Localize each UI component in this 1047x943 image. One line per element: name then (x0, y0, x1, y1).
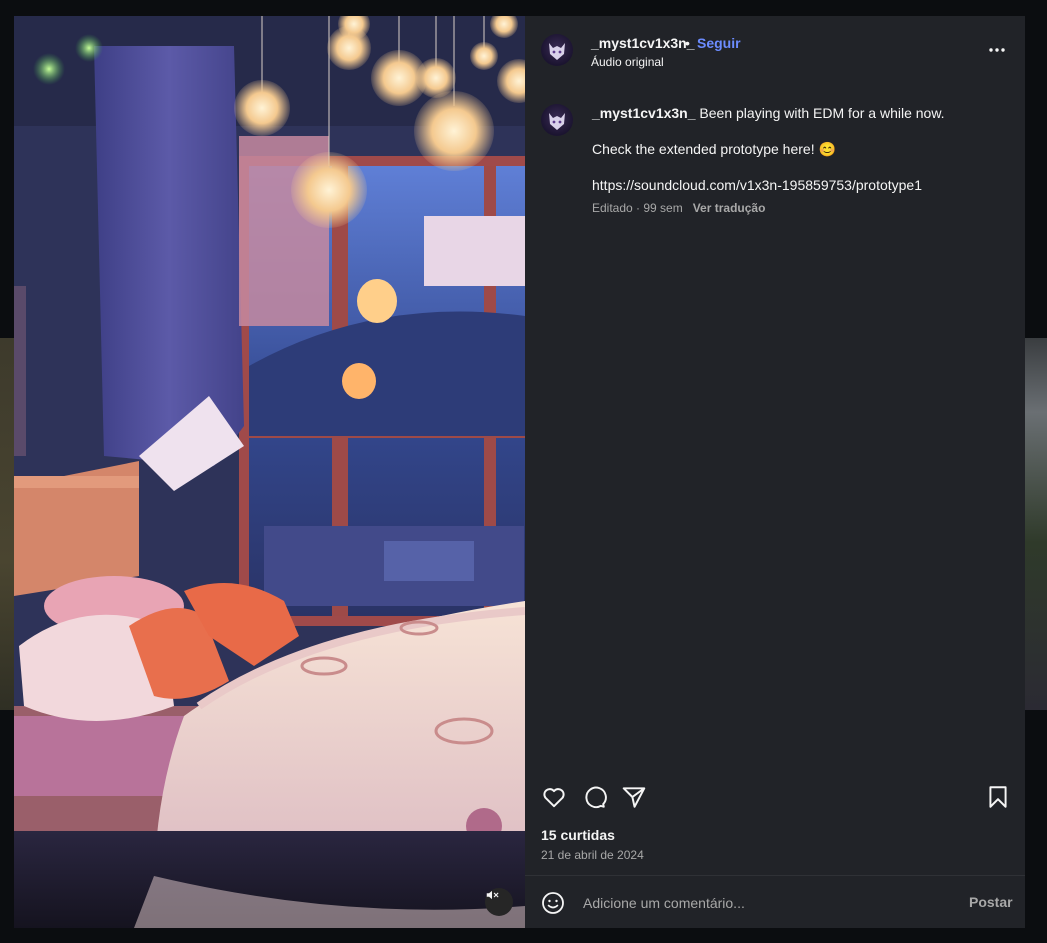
more-horizontal-icon (989, 48, 1005, 52)
caption-link[interactable]: https://soundcloud.com/v1x3n-195859753/p… (592, 176, 1002, 194)
more-options-button[interactable] (987, 42, 1007, 58)
caption-avatar[interactable] (541, 104, 573, 136)
save-button[interactable] (985, 784, 1011, 810)
emoji-button[interactable] (541, 891, 565, 915)
post-modal: _myst1cv1x3n_ • Seguir Áudio original _m… (14, 16, 1025, 928)
comment-bar: Postar (525, 875, 1025, 929)
follow-button[interactable]: Seguir (697, 35, 741, 51)
caption-line-2: Check the extended prototype here! 😊 (592, 141, 836, 157)
post-date: 21 de abril de 2024 (541, 848, 644, 862)
mute-button[interactable] (485, 888, 513, 916)
heart-icon (543, 788, 565, 808)
send-icon (622, 787, 646, 808)
post-header: _myst1cv1x3n_ • Seguir Áudio original (525, 16, 1025, 86)
caption-meta: Editado · 99 sem Ver tradução (592, 201, 765, 215)
comment-button[interactable] (581, 784, 607, 810)
share-button[interactable] (621, 784, 647, 810)
comment-input[interactable] (581, 889, 945, 917)
background-post-right (1025, 338, 1047, 710)
caption-text: _myst1cv1x3n_ Been playing with EDM for … (592, 104, 1002, 212)
wolf-avatar-icon (549, 43, 565, 60)
bedroom-illustration (14, 16, 525, 928)
post-comment-button[interactable]: Postar (969, 894, 1013, 910)
audio-label[interactable]: Áudio original (591, 55, 664, 69)
edited-timestamp: Editado · 99 sem (592, 201, 683, 215)
separator-dot: • (685, 35, 690, 51)
action-bar (525, 784, 1025, 814)
caption-line-1: Been playing with EDM for a while now. (699, 105, 945, 121)
post-media (14, 16, 525, 928)
like-button[interactable] (541, 784, 567, 810)
avatar[interactable] (541, 34, 573, 66)
likes-count[interactable]: 15 curtidas (541, 827, 615, 843)
background-post-left (0, 338, 14, 710)
post-caption: _myst1cv1x3n_ Been playing with EDM for … (525, 86, 1025, 776)
emoji-icon (542, 892, 564, 914)
volume-muted-icon (486, 890, 499, 900)
wolf-avatar-icon (549, 113, 565, 130)
bookmark-icon (989, 786, 1007, 808)
caption-username[interactable]: _myst1cv1x3n_ (592, 105, 696, 121)
post-sidebar: _myst1cv1x3n_ • Seguir Áudio original _m… (525, 16, 1025, 928)
translate-link[interactable]: Ver tradução (693, 201, 766, 215)
author-username[interactable]: _myst1cv1x3n_ (591, 35, 695, 51)
comment-icon (585, 786, 607, 809)
